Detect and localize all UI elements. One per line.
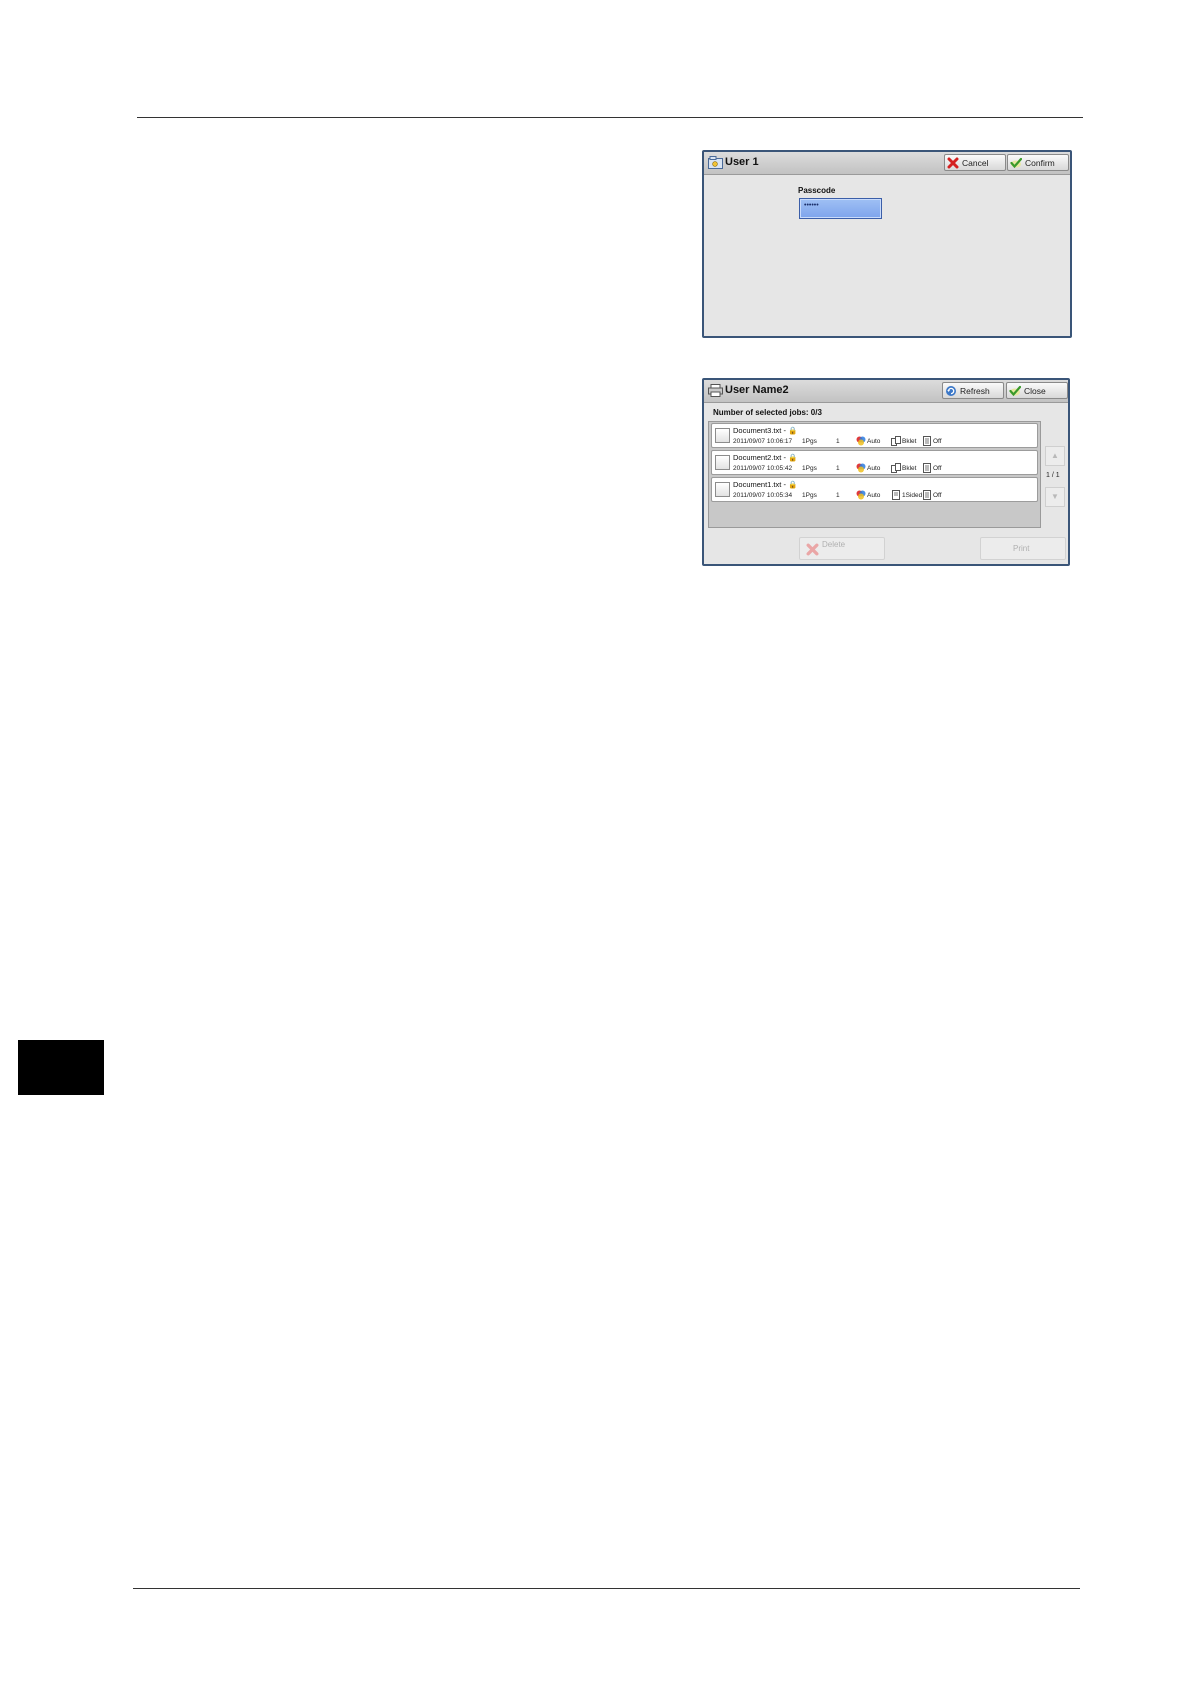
job-row[interactable]: Document3.txt - 🔒 2011/09/07 10:06:17 1P… — [711, 423, 1038, 448]
job-sides: 1Sided — [902, 492, 923, 499]
color-mode-icon — [856, 490, 866, 500]
one-sided-icon — [892, 490, 900, 500]
color-mode-icon — [856, 436, 866, 446]
job-copies: 1 — [836, 492, 840, 499]
header-rule — [137, 117, 1083, 118]
job-copies: 1 — [836, 465, 840, 472]
user-folder-icon — [708, 156, 723, 169]
color-mode-icon — [856, 463, 866, 473]
secure-lock-icon: 🔒 — [788, 426, 798, 435]
close-label: Close — [1024, 385, 1046, 396]
job-pages: 1Pgs — [802, 438, 817, 445]
passcode-dialog: User 1 Cancel Confirm Passcode •••••• — [702, 150, 1072, 338]
passcode-dialog-title: User 1 — [725, 156, 759, 168]
job-color-mode: Auto — [867, 465, 881, 472]
cancel-button[interactable]: Cancel — [944, 154, 1006, 171]
job-list: Document3.txt - 🔒 2011/09/07 10:06:17 1P… — [708, 421, 1041, 528]
booklet-icon — [891, 463, 901, 473]
job-color-mode: Auto — [867, 492, 881, 499]
job-name: Document3.txt - 🔒 — [733, 426, 798, 435]
job-datetime: 2011/09/07 10:05:34 — [733, 492, 793, 499]
job-name: Document2.txt - 🔒 — [733, 453, 798, 462]
job-row[interactable]: Document1.txt - 🔒 2011/09/07 10:05:34 1P… — [711, 477, 1038, 502]
delete-x-icon — [806, 543, 819, 556]
refresh-icon — [946, 385, 956, 396]
job-copies: 1 — [836, 438, 840, 445]
job-sides: Bklet — [902, 465, 917, 472]
selected-jobs-count: Number of selected jobs: 0/3 — [713, 408, 822, 417]
close-check-icon — [1009, 385, 1021, 396]
job-checkbox[interactable] — [715, 482, 730, 497]
staple-icon — [923, 490, 931, 500]
job-color-mode: Auto — [867, 438, 881, 445]
job-checkbox[interactable] — [715, 428, 730, 443]
delete-button[interactable]: Delete — [799, 537, 885, 560]
job-staple: Off — [933, 492, 942, 499]
confirm-label: Confirm — [1025, 157, 1055, 168]
close-button[interactable]: Close — [1006, 382, 1068, 399]
page-indicator: 1 / 1 — [1046, 472, 1060, 479]
job-pages: 1Pgs — [802, 465, 817, 472]
secure-lock-icon: 🔒 — [788, 480, 798, 489]
secure-lock-icon: 🔒 — [788, 453, 798, 462]
job-row[interactable]: Document2.txt - 🔒 2011/09/07 10:05:42 1P… — [711, 450, 1038, 475]
delete-label: Delete — [822, 540, 846, 549]
staple-icon — [923, 436, 931, 446]
job-pages: 1Pgs — [802, 492, 817, 499]
print-label: Print — [1013, 544, 1030, 553]
job-sides: Bklet — [902, 438, 917, 445]
footer-rule — [133, 1588, 1080, 1589]
job-checkbox[interactable] — [715, 455, 730, 470]
job-name: Document1.txt - 🔒 — [733, 480, 798, 489]
print-button[interactable]: Print — [980, 537, 1066, 560]
job-datetime: 2011/09/07 10:05:42 — [733, 465, 793, 472]
confirm-button[interactable]: Confirm — [1007, 154, 1069, 171]
chapter-tab — [18, 1040, 104, 1095]
job-staple: Off — [933, 438, 942, 445]
staple-icon — [923, 463, 931, 473]
job-datetime: 2011/09/07 10:06:17 — [733, 438, 793, 445]
cancel-x-icon — [947, 157, 959, 168]
booklet-icon — [891, 436, 901, 446]
printer-icon — [708, 384, 723, 397]
passcode-dialog-titlebar: User 1 Cancel Confirm — [704, 152, 1070, 175]
job-staple: Off — [933, 465, 942, 472]
job-list-dialog: User Name2 Refresh Close Number of selec… — [702, 378, 1070, 566]
refresh-button[interactable]: Refresh — [942, 382, 1004, 399]
job-list-dialog-titlebar: User Name2 Refresh Close — [704, 380, 1068, 403]
passcode-label: Passcode — [798, 186, 836, 195]
scroll-down-button[interactable]: ▼ — [1045, 487, 1065, 507]
refresh-label: Refresh — [960, 385, 990, 396]
scroll-up-button[interactable]: ▲ — [1045, 446, 1065, 466]
cancel-label: Cancel — [962, 157, 989, 168]
confirm-check-icon — [1010, 157, 1022, 168]
passcode-field[interactable]: •••••• — [799, 198, 882, 219]
job-list-dialog-title: User Name2 — [725, 384, 789, 396]
